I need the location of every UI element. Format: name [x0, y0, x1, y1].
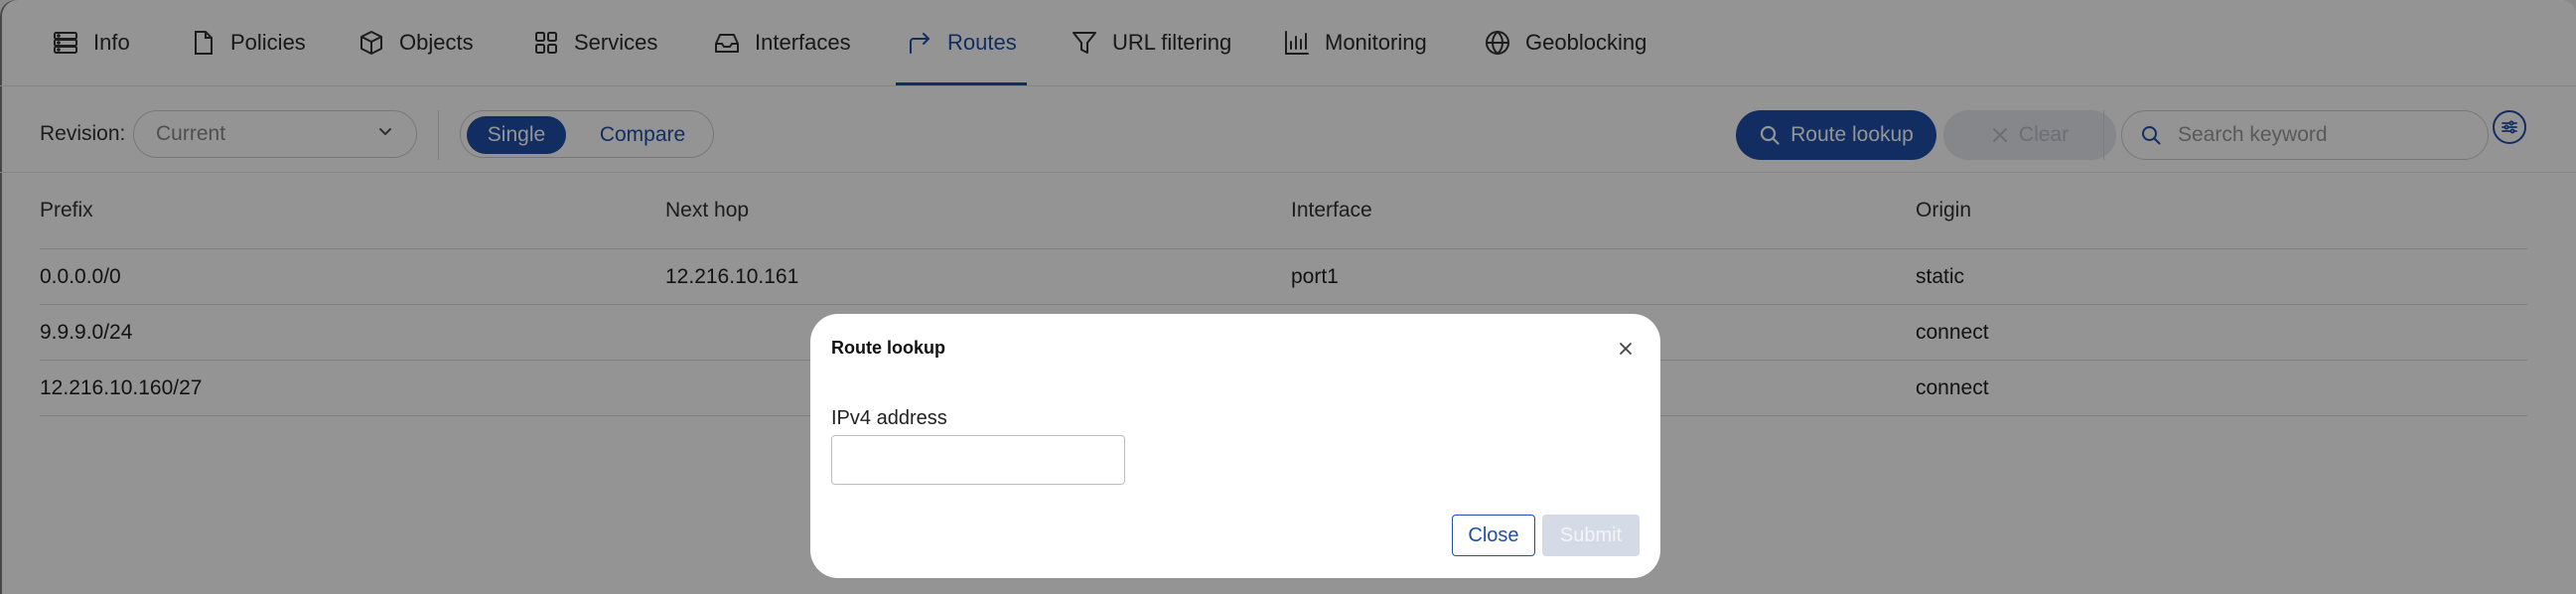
close-button[interactable]: Close: [1452, 515, 1535, 556]
dialog-close-button[interactable]: [1615, 338, 1637, 360]
dialog-title: Route lookup: [831, 338, 945, 358]
ipv4-address-input[interactable]: [831, 435, 1125, 485]
route-lookup-dialog: Route lookup IPv4 address Close Submit: [810, 314, 1660, 578]
submit-button[interactable]: Submit: [1542, 515, 1640, 556]
ipv4-address-label: IPv4 address: [831, 407, 947, 429]
app-window: Info Policies Objects Services Interface…: [0, 0, 2576, 594]
close-icon: [1619, 342, 1633, 356]
